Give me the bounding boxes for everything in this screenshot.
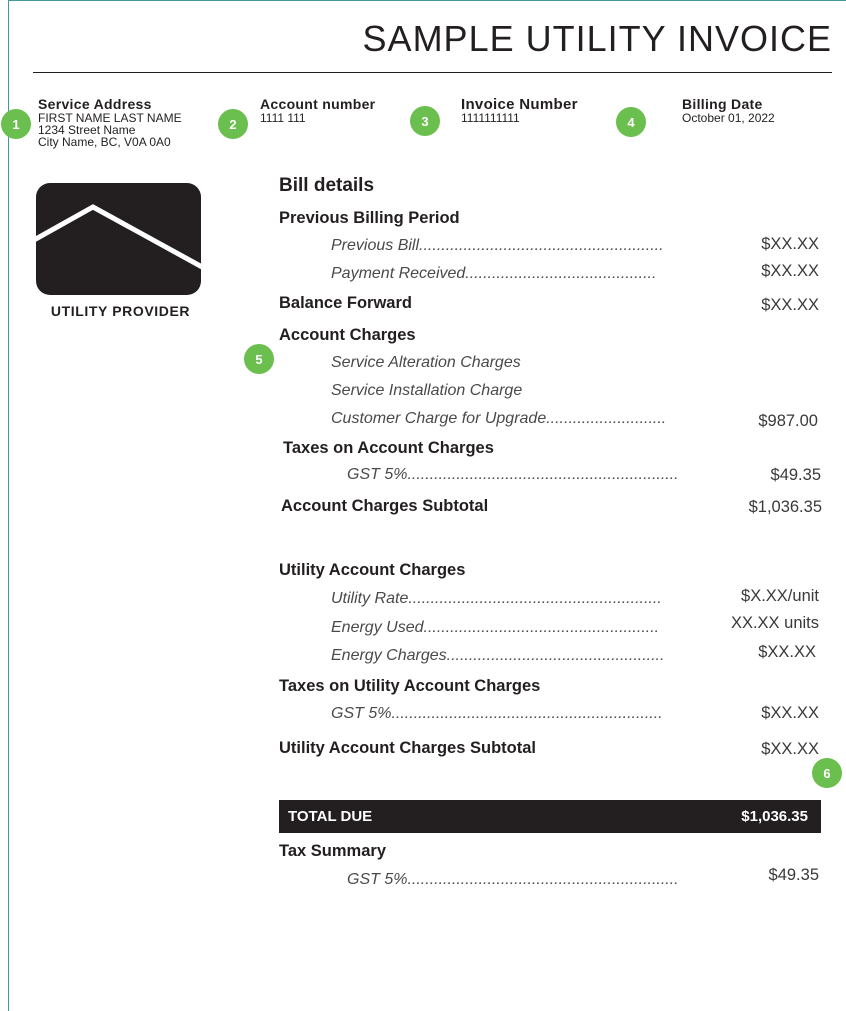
customer-upgrade-amount: $987.00 [758, 412, 818, 430]
utility-rate-line: Utility Rate............................… [331, 590, 662, 607]
taxes-account-heading: Taxes on Account Charges [283, 439, 494, 457]
previous-bill-amount: $XX.XX [761, 235, 819, 253]
account-number-label: Account number [260, 96, 376, 112]
gst-utility-line: GST 5%..................................… [331, 705, 663, 722]
tax-summary-heading: Tax Summary [279, 842, 386, 860]
customer-upgrade-line: Customer Charge for Upgrade.............… [331, 410, 667, 427]
billing-date-block: Billing Date October 01, 2022 [682, 96, 775, 125]
invoice-title: SAMPLE UTILITY INVOICE [362, 18, 832, 59]
account-number-value: 1111 111 [260, 111, 306, 125]
gst-utility-amount: $XX.XX [761, 704, 819, 722]
service-address-city: City Name, BC, V0A 0A0 [38, 135, 171, 149]
billing-date-label: Billing Date [682, 96, 763, 112]
service-alteration-line: Service Alteration Charges [331, 354, 521, 371]
gst-account-amount: $49.35 [770, 466, 821, 484]
service-address-block: Service Address FIRST NAME LAST NAME 123… [38, 96, 182, 149]
service-address-label: Service Address [38, 96, 152, 112]
payment-received-line: Payment Received........................… [331, 265, 657, 282]
utility-provider-label: UTILITY PROVIDER [50, 303, 191, 319]
account-subtotal-amount: $1,036.35 [748, 498, 822, 516]
billing-date-value: October 01, 2022 [682, 111, 775, 125]
energy-charges-amount: $XX.XX [758, 643, 816, 661]
bill-details-heading: Bill details [279, 175, 375, 196]
utility-provider-logo [36, 183, 201, 295]
previous-bill-line: Previous Bill...........................… [331, 237, 664, 254]
frame-left-border [8, 0, 9, 1011]
previous-billing-period-heading: Previous Billing Period [279, 209, 460, 227]
gst-summary-line: GST 5%..................................… [347, 871, 679, 888]
gst-summary-amount: $49.35 [768, 866, 819, 884]
marker-4-badge: 4 [616, 107, 646, 137]
invoice-number-value: 1111111111 [461, 111, 520, 125]
marker-2-badge: 2 [218, 109, 248, 139]
utility-subtotal-heading: Utility Account Charges Subtotal [279, 739, 536, 757]
energy-used-line: Energy Used.............................… [331, 619, 660, 636]
total-due-amount: $1,036.35 [741, 808, 808, 825]
payment-received-amount: $XX.XX [761, 262, 819, 280]
balance-forward-heading: Balance Forward [279, 294, 412, 312]
title-divider [33, 72, 832, 73]
account-subtotal-heading: Account Charges Subtotal [281, 497, 489, 515]
account-charges-heading: Account Charges [279, 326, 416, 344]
total-due-bar: TOTAL DUE $1,036.35 [279, 800, 821, 833]
service-installation-line: Service Installation Charge [331, 382, 523, 399]
balance-forward-amount: $XX.XX [761, 296, 819, 314]
total-due-label: TOTAL DUE [288, 808, 373, 825]
marker-1-badge: 1 [1, 109, 31, 139]
marker-6-badge: 6 [812, 758, 842, 788]
marker-3-badge: 3 [410, 106, 440, 136]
invoice-number-block: Invoice Number 1111111111 [461, 97, 578, 124]
frame-top-border [8, 0, 846, 1]
energy-charges-line: Energy Charges..........................… [331, 647, 665, 664]
taxes-utility-heading: Taxes on Utility Account Charges [279, 677, 541, 695]
gst-account-line: GST 5%..................................… [347, 466, 679, 483]
energy-used-amount: XX.XX units [730, 614, 819, 632]
utility-account-charges-heading: Utility Account Charges [279, 561, 466, 579]
invoice-number-label: Invoice Number [461, 96, 578, 113]
account-number-block: Account number 1111 111 [260, 96, 376, 125]
utility-rate-amount: $X.XX/unit [741, 587, 819, 605]
utility-subtotal-amount: $XX.XX [761, 740, 819, 758]
marker-5-badge: 5 [244, 344, 274, 374]
